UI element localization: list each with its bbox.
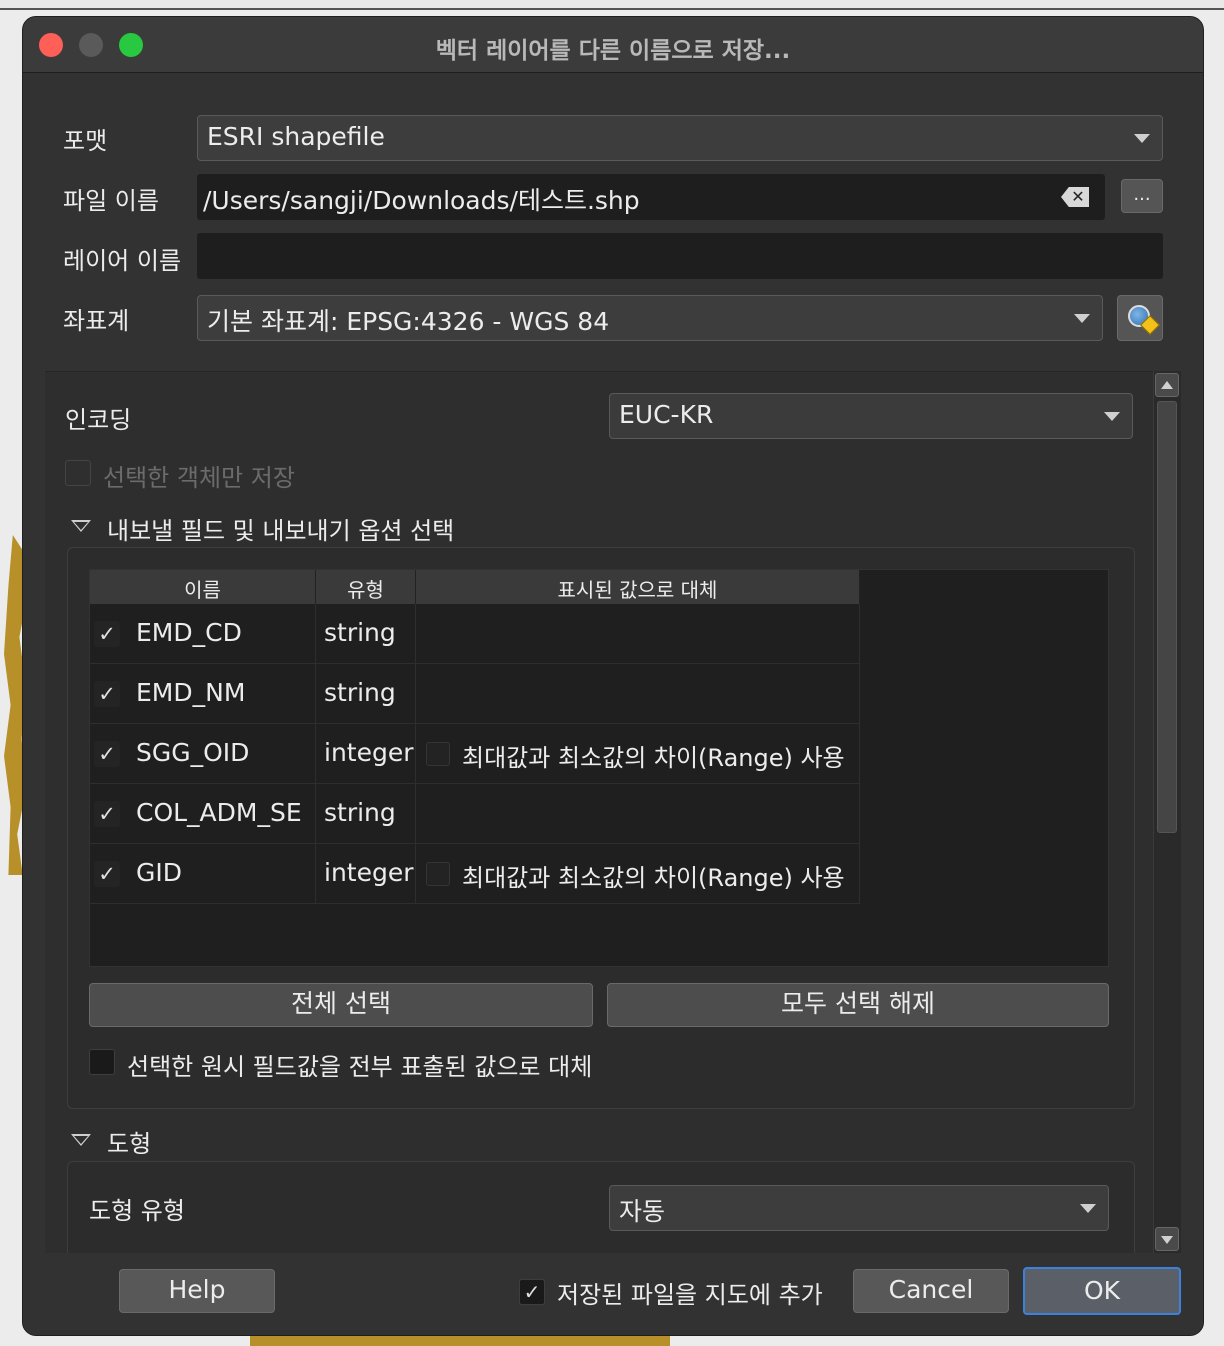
column-header-type[interactable]: 유형	[316, 570, 416, 604]
replace-all-label: 선택한 원시 필드값을 전부 표출된 값으로 대체	[127, 1053, 593, 1081]
crs-value: 기본 좌표계: EPSG:4326 - WGS 84	[207, 307, 610, 336]
selected-only-label: 선택한 객체만 저장	[103, 464, 295, 492]
chevron-down-icon	[1134, 134, 1150, 143]
geometry-section-title[interactable]: 도형	[107, 1124, 151, 1159]
table-row[interactable]: ✓ EMD_NM string	[90, 664, 860, 724]
selected-only-checkbox[interactable]	[65, 460, 91, 486]
cancel-button[interactable]: Cancel	[853, 1269, 1009, 1313]
table-row[interactable]: ✓ COL_ADM_SE string	[90, 784, 860, 844]
chevron-down-icon	[1074, 314, 1090, 323]
field-type: string	[316, 604, 416, 664]
field-replace	[416, 604, 860, 664]
browse-button[interactable]: ...	[1121, 179, 1163, 213]
table-row[interactable]: ✓ SGG_OID integer 최대값과 최소값의 차이(Range) 사용	[90, 724, 860, 784]
map-canvas-edge-bottom	[250, 1335, 670, 1346]
replace-checkbox[interactable]	[426, 862, 450, 886]
table-header: 이름 유형 표시된 값으로 대체	[90, 570, 860, 604]
field-replace	[416, 784, 860, 844]
field-replace: 최대값과 최소값의 차이(Range) 사용	[416, 844, 860, 904]
geometry-type-combobox[interactable]: 자동	[609, 1185, 1109, 1231]
crs-combobox[interactable]: 기본 좌표계: EPSG:4326 - WGS 84	[197, 295, 1103, 341]
clear-icon[interactable]: ✕	[1061, 187, 1089, 207]
row-checkbox[interactable]: ✓	[94, 861, 120, 887]
add-to-map-label: 저장된 파일을 지도에 추가	[557, 1281, 823, 1309]
encoding-label: 인코딩	[65, 406, 132, 434]
table-row[interactable]: ✓ GID integer 최대값과 최소값의 차이(Range) 사용	[90, 844, 860, 904]
column-header-name[interactable]: 이름	[90, 570, 316, 604]
layername-label: 레이어 이름	[63, 247, 182, 275]
range-label: 최대값과 최소값의 차이(Range) 사용	[462, 864, 845, 892]
collapse-triangle-icon[interactable]	[71, 1134, 91, 1146]
field-name: EMD_CD	[136, 618, 242, 647]
row-checkbox[interactable]: ✓	[94, 801, 120, 827]
encoding-combobox[interactable]: EUC-KR	[609, 393, 1133, 439]
field-replace	[416, 664, 860, 724]
field-name: EMD_NM	[136, 678, 246, 707]
field-name: COL_ADM_SE	[136, 798, 302, 827]
format-value: ESRI shapefile	[207, 122, 385, 151]
crs-selector-button[interactable]	[1117, 295, 1163, 341]
geometry-type-label: 도형 유형	[89, 1197, 185, 1225]
row-checkbox[interactable]: ✓	[94, 741, 120, 767]
dialog-title: 벡터 레이어를 다른 이름으로 저장...	[435, 38, 791, 64]
field-type: string	[316, 664, 416, 724]
help-button[interactable]: Help	[119, 1269, 275, 1313]
field-type: integer	[316, 724, 416, 784]
chevron-down-icon	[1104, 412, 1120, 421]
range-label: 최대값과 최소값의 차이(Range) 사용	[462, 744, 845, 772]
collapse-triangle-icon[interactable]	[71, 520, 91, 532]
scroll-thumb[interactable]	[1157, 401, 1177, 833]
format-label: 포맷	[63, 127, 108, 155]
filename-label: 파일 이름	[63, 187, 159, 215]
field-type: integer	[316, 844, 416, 904]
column-header-replace[interactable]: 표시된 값으로 대체	[416, 570, 860, 604]
field-name: GID	[136, 858, 182, 887]
chevron-down-icon	[1080, 1204, 1096, 1213]
background-window-strip	[0, 0, 1224, 10]
fields-section-title[interactable]: 내보낼 필드 및 내보내기 옵션 선택	[107, 511, 454, 546]
save-vector-layer-dialog: 벡터 레이어를 다른 이름으로 저장... 포맷 ESRI shapefile …	[22, 16, 1204, 1336]
field-type: string	[316, 784, 416, 844]
deselect-all-button[interactable]: 모두 선택 해제	[607, 983, 1109, 1027]
replace-checkbox[interactable]	[426, 742, 450, 766]
table-row[interactable]: ✓ EMD_CD string	[90, 604, 860, 664]
ok-button[interactable]: OK	[1023, 1267, 1181, 1315]
format-combobox[interactable]: ESRI shapefile	[197, 115, 1163, 161]
title-bar: 벡터 레이어를 다른 이름으로 저장...	[23, 17, 1203, 73]
select-all-button[interactable]: 전체 선택	[89, 983, 593, 1027]
scroll-down-arrow-icon[interactable]	[1155, 1227, 1179, 1251]
row-checkbox[interactable]: ✓	[94, 681, 120, 707]
vertical-scrollbar[interactable]	[1153, 371, 1181, 1253]
layername-input[interactable]	[197, 233, 1163, 279]
geometry-type-value: 자동	[619, 1197, 666, 1226]
add-to-map-checkbox[interactable]: ✓	[519, 1279, 545, 1305]
filename-input[interactable]: /Users/sangji/Downloads/테스트.shp ✕	[197, 174, 1105, 220]
row-checkbox[interactable]: ✓	[94, 621, 120, 647]
encoding-value: EUC-KR	[619, 400, 714, 429]
field-replace: 최대값과 최소값의 차이(Range) 사용	[416, 724, 860, 784]
filename-value: /Users/sangji/Downloads/테스트.shp	[203, 186, 640, 215]
field-name: SGG_OID	[136, 738, 250, 767]
scroll-up-arrow-icon[interactable]	[1155, 373, 1179, 397]
crs-label: 좌표계	[63, 307, 130, 335]
fields-table[interactable]: 이름 유형 표시된 값으로 대체 ✓ EMD_CD string ✓ EMD_N…	[89, 569, 1109, 967]
replace-all-checkbox[interactable]	[89, 1049, 115, 1075]
